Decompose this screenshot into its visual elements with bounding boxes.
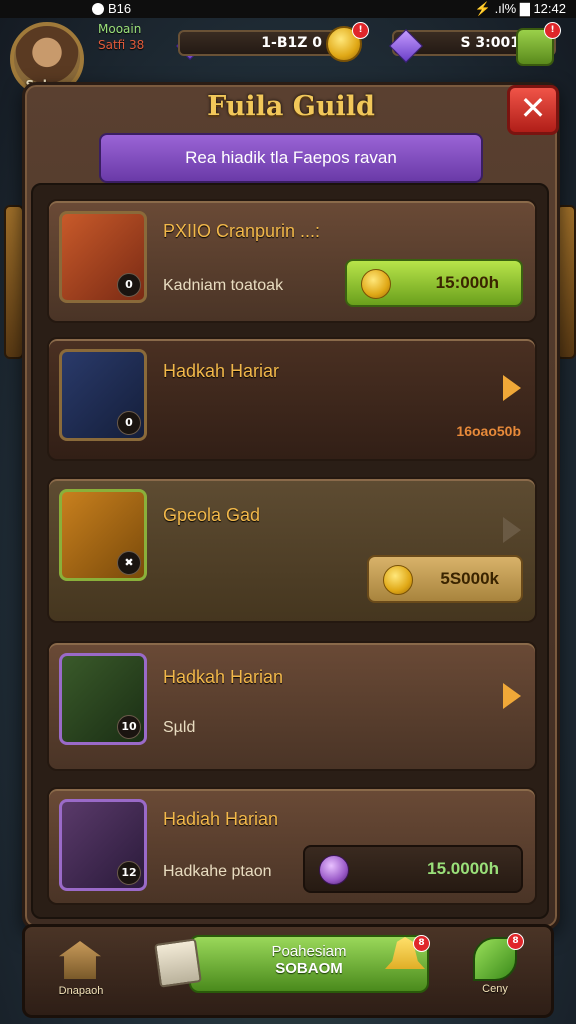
chevron-right-icon[interactable]: [503, 375, 521, 401]
status-left: B16: [92, 1, 131, 16]
item-title: PXIIO Cranpurin ...:: [163, 221, 321, 241]
player-name: Mooain: [98, 22, 142, 36]
price-field[interactable]: 15.0000h: [303, 845, 523, 893]
golden-staff-icon: 12: [59, 799, 147, 891]
item-value: 16oao50b: [456, 423, 521, 439]
close-button[interactable]: ✕: [507, 85, 559, 135]
claim-button[interactable]: 15:000h: [345, 259, 523, 307]
item-subtitle: Kadniam toatoak: [163, 277, 284, 294]
scroll-icon: ✖: [59, 489, 147, 581]
item-count: 0: [117, 411, 141, 435]
scroll-icon: [154, 938, 202, 988]
item-count: ✖: [117, 551, 141, 575]
gold-coin-icon: [383, 565, 413, 595]
chevron-right-icon[interactable]: [503, 683, 521, 709]
item-subtitle: Sµld: [163, 719, 196, 736]
item-title: Hadkah Hariar: [163, 361, 280, 381]
bottom-nav: Dnapaoh Poahesiam SOBAOM 8 8 Ceny: [22, 924, 554, 1018]
item-title: Hadkah Harian: [163, 667, 284, 687]
player-subtitle: Satfi 38: [98, 38, 145, 52]
list-item[interactable]: 0 Hadkah Hariar 16oao50b: [47, 337, 537, 461]
emerald-sword-icon: 10: [59, 653, 147, 745]
item-count: 12: [117, 861, 141, 885]
leaf-badge: 8: [507, 933, 524, 950]
status-bar: B16 ⚡ .ıl% ▇ 12:42: [0, 0, 576, 18]
list-item[interactable]: 0 PXIIO Cranpurin ...: Kadniam toatoak 1…: [47, 199, 537, 323]
feather-icon: [319, 855, 349, 885]
top-hud: Subaun Mooain Satfi 38 1-B1Z 0 ! S 3:001…: [0, 18, 576, 96]
item-title: Hadiah Harian: [163, 809, 279, 829]
hut-icon: [59, 941, 101, 979]
chevron-right-icon[interactable]: [503, 517, 521, 543]
gold-coin-icon: [361, 269, 391, 299]
purchase-button[interactable]: 5S000k: [367, 555, 523, 603]
side-tab-left[interactable]: [4, 205, 24, 359]
treasure-chest-icon: 0: [59, 211, 147, 303]
reward-list: 0 PXIIO Cranpurin ...: Kadniam toatoak 1…: [31, 183, 549, 919]
plus-badge: !: [544, 22, 561, 39]
status-right: ⚡ .ıl% ▇ 12:42: [474, 1, 566, 16]
item-count: 0: [117, 273, 141, 297]
panel-title: Fuila Guild: [207, 91, 375, 122]
bell-badge: 8: [413, 935, 430, 952]
nav-right-label: Ceny: [482, 983, 508, 995]
panel-banner: Rea hiadik tla Faepos ravan: [99, 133, 483, 183]
crystal-spear-icon: 0: [59, 349, 147, 441]
coin-badge: !: [352, 22, 369, 39]
list-item[interactable]: 12 Hadiah Harian Hadkahe ptaon 15.0000h: [47, 787, 537, 905]
item-subtitle: Hadkahe ptaon: [163, 863, 272, 880]
list-item[interactable]: ✖ Gpeola Gad 5S000k: [47, 477, 537, 623]
list-item[interactable]: 10 Hadkah Harian Sµld: [47, 641, 537, 771]
nav-left-label: Dnapaoh: [58, 985, 104, 997]
guild-panel: Fuila Guild ✕ Rea hiadik tla Faepos rava…: [22, 82, 560, 930]
item-title: Gpeola Gad: [163, 505, 261, 525]
notification-icon: [92, 3, 104, 15]
item-count: 10: [117, 715, 141, 739]
